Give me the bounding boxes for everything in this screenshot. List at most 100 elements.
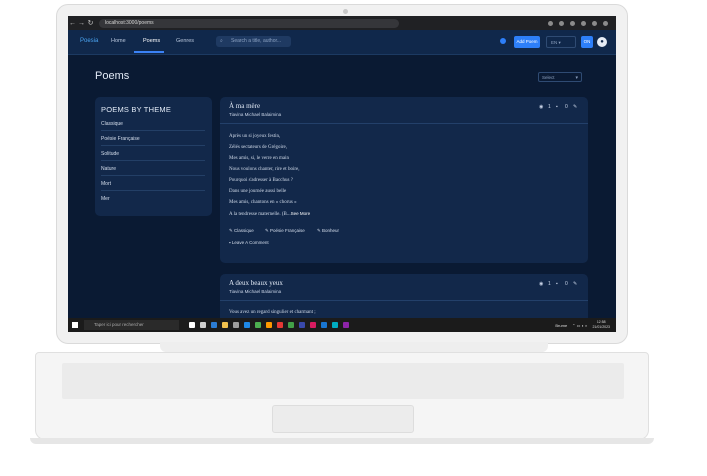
tag[interactable]: ✎ Poésie Française — [265, 228, 305, 234]
profile-icon[interactable] — [603, 20, 608, 26]
explorer-icon[interactable] — [222, 322, 228, 328]
tag-label: Bonheur — [322, 228, 340, 233]
comment-label: Leave A Comment — [231, 240, 269, 245]
user-badge[interactable]: ON — [581, 36, 593, 48]
tag-label: Classique — [234, 228, 254, 233]
poem-line: Vous avez un regard singulier et charman… — [229, 310, 316, 315]
views-count: 1 — [548, 104, 551, 110]
tag[interactable]: ✎ Bonheur — [317, 228, 339, 234]
leave-comment-button[interactable]: ▪ Leave A Comment — [229, 240, 269, 245]
app-icon[interactable] — [233, 322, 239, 328]
system-tray: Brume ⌃ ▭ ◖ ◗ 12:58 21/01/2023 — [555, 320, 616, 330]
poem-author[interactable]: Tiavina Michael Balaimina — [229, 112, 281, 117]
search-icon: ⌕ — [220, 38, 223, 44]
tag[interactable]: ✎ Classique — [229, 228, 254, 234]
theme-item[interactable]: Mort — [101, 181, 205, 191]
nav-poems[interactable]: Poems — [143, 38, 160, 44]
laptop-screen: ← → ↻ localhost:3000/poems Poesia Home P… — [68, 16, 616, 332]
brand-logo[interactable]: Poesia — [80, 38, 98, 44]
poem-line: Mes amis, si, le verre en main — [229, 156, 289, 161]
edit-icon[interactable]: ✎ — [573, 104, 577, 110]
app-icon[interactable] — [310, 322, 316, 328]
app-icon[interactable] — [332, 322, 338, 328]
app-icon[interactable] — [255, 322, 261, 328]
weather-label[interactable]: Brume — [555, 323, 567, 328]
address-bar[interactable]: localhost:3000/poems — [99, 18, 399, 28]
nav-genres[interactable]: Genres — [176, 38, 194, 44]
active-nav-indicator — [134, 51, 164, 53]
app-navbar: Poesia Home Poems Genres Search a title,… — [68, 30, 616, 55]
laptop-touchpad — [272, 405, 414, 433]
poem-line: Pourquoi s'adresser à Bacchus ? — [229, 178, 293, 183]
poem-line: A la tendresse maternelle. (B...See More — [229, 211, 310, 217]
poem-line: Après un si joyeux festin, — [229, 134, 281, 139]
comments-count: 0 — [565, 104, 568, 110]
extension-icon[interactable] — [570, 20, 575, 26]
poem-card: À ma mère Tiavina Michael Balaimina ◉ 1 … — [220, 97, 588, 263]
search-input[interactable]: Search a title, author... — [216, 36, 291, 47]
account-icon[interactable]: ● — [597, 37, 607, 47]
laptop-hinge — [160, 342, 548, 352]
poem-title[interactable]: À ma mère — [229, 102, 260, 110]
poem-author[interactable]: Tiavina Michael Balaimina — [229, 289, 281, 294]
divider — [220, 123, 588, 124]
chevron-down-icon: ▾ — [575, 75, 578, 81]
extension-icon[interactable] — [592, 20, 597, 26]
browser-toolbar: ← → ↻ localhost:3000/poems — [68, 16, 616, 30]
laptop-keyboard — [62, 363, 624, 399]
app-icon[interactable] — [277, 322, 283, 328]
extension-icon[interactable] — [548, 20, 553, 26]
sort-select[interactable]: Select ▾ — [538, 72, 582, 82]
webcam — [343, 9, 348, 14]
edit-icon[interactable]: ✎ — [573, 281, 577, 287]
language-label: EN — [551, 40, 558, 45]
theme-item[interactable]: Mer — [101, 196, 205, 205]
extension-icon[interactable] — [581, 20, 586, 26]
chrome-icon[interactable] — [288, 322, 294, 328]
taskbar-search[interactable]: Taper ici pour rechercher — [84, 320, 179, 330]
laptop-base-front — [30, 438, 654, 444]
poem-line: Nous voulons chanter, rire et boire, — [229, 167, 300, 172]
page-title: Poems — [95, 70, 130, 82]
app-icon[interactable] — [244, 322, 250, 328]
poem-line: Zélés sectateurs de Grégoire, — [229, 145, 288, 150]
views-count: 1 — [548, 281, 551, 287]
forward-icon[interactable]: → — [77, 20, 86, 27]
back-icon[interactable]: ← — [68, 20, 77, 27]
windows-start-icon[interactable] — [72, 322, 78, 328]
app-icon[interactable] — [299, 322, 305, 328]
theme-item[interactable]: Classique — [101, 121, 205, 131]
views-icon: ◉ — [539, 281, 544, 287]
tray-icons[interactable]: ⌃ ▭ ◖ ◗ — [572, 323, 587, 328]
theme-item[interactable]: Poésie Française — [101, 136, 205, 146]
vscode-icon[interactable] — [321, 322, 327, 328]
app-icon[interactable] — [343, 322, 349, 328]
taskbar: Taper ici pour rechercher Brume ⌃ ▭ ◖ ◗ … — [68, 318, 616, 332]
taskbar-apps — [189, 322, 349, 328]
tag-label: Poésie Française — [270, 228, 305, 233]
theme-item[interactable]: Solitude — [101, 151, 205, 161]
see-more-link[interactable]: See More — [291, 211, 311, 216]
edge-icon[interactable] — [211, 322, 217, 328]
poem-line-text: A la tendresse maternelle. (B... — [229, 212, 291, 217]
reload-icon[interactable]: ↻ — [86, 19, 95, 27]
app-icon[interactable] — [200, 322, 206, 328]
themes-title: POEMS BY THEME — [101, 105, 172, 114]
app-icon[interactable] — [266, 322, 272, 328]
comments-count: 0 — [565, 281, 568, 287]
nav-home[interactable]: Home — [111, 38, 126, 44]
poem-line: Mes amis, chantons en « chorus » — [229, 200, 297, 205]
poem-title[interactable]: A deux beaux yeux — [229, 279, 283, 287]
date-label: 21/01/2023 — [592, 325, 610, 329]
task-view-icon[interactable] — [189, 322, 195, 328]
clock[interactable]: 12:58 21/01/2023 — [592, 320, 610, 330]
language-select[interactable]: EN ▾ — [546, 36, 576, 48]
theme-toggle-icon[interactable] — [500, 38, 506, 44]
theme-item[interactable]: Nature — [101, 166, 205, 176]
sort-placeholder: Select — [542, 75, 555, 80]
views-icon: ◉ — [539, 104, 544, 110]
add-poem-button[interactable]: Add Poem — [514, 36, 540, 48]
poem-line: Dans une journée aussi belle — [229, 189, 287, 194]
comment-icon: ▪ — [556, 104, 558, 110]
extension-icon[interactable] — [559, 20, 564, 26]
